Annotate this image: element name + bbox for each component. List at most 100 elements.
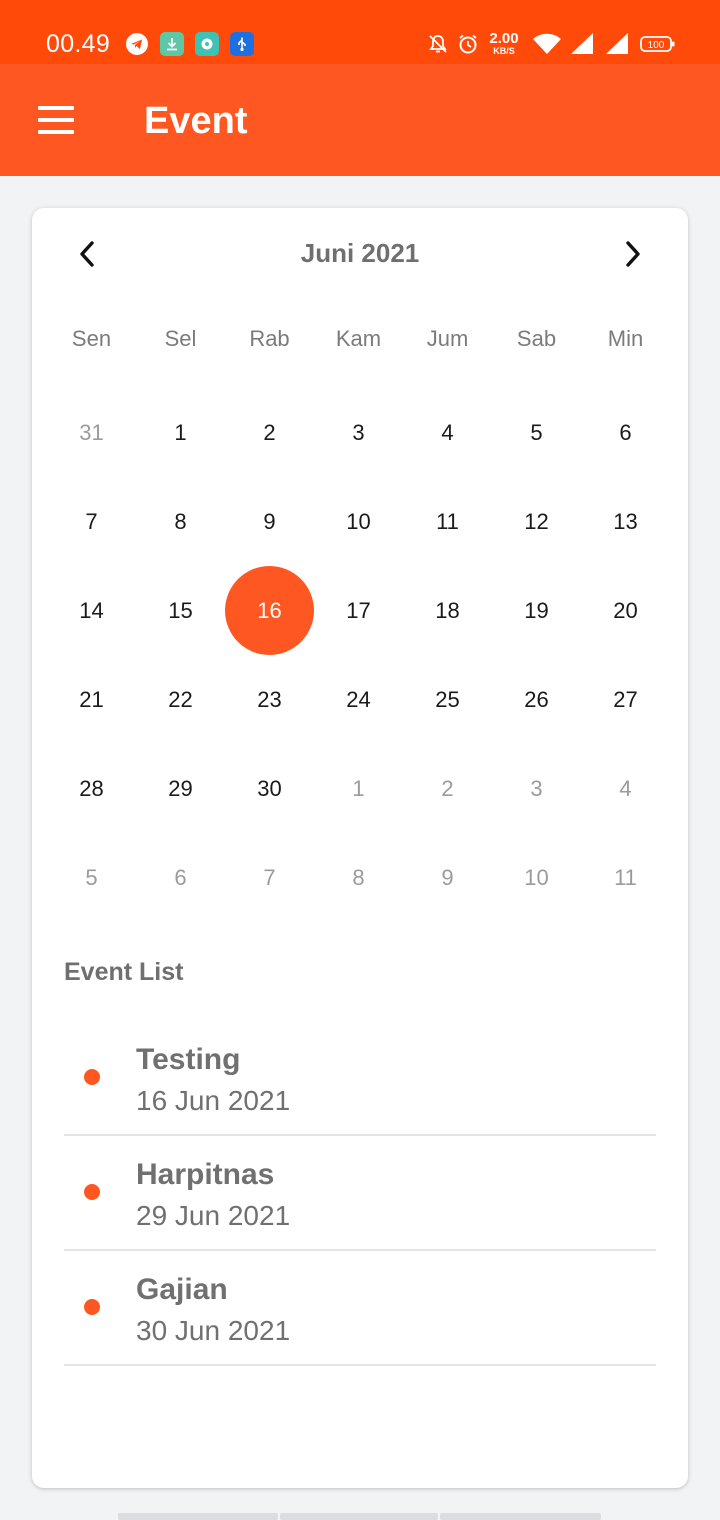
calendar-day-number: 25 (435, 686, 460, 712)
calendar-day-number: 10 (346, 508, 371, 534)
app-bar: Event (0, 64, 720, 176)
calendar-day[interactable]: 2 (403, 744, 492, 833)
calendar-day[interactable]: 5 (47, 833, 136, 922)
calendar-day[interactable]: 11 (403, 477, 492, 566)
event-name: Gajian (136, 1273, 228, 1306)
calendar-day-number: 6 (619, 419, 632, 445)
calendar-day-number: 26 (524, 686, 549, 712)
calendar-day-number: 9 (263, 508, 276, 534)
status-bar: 00.49 2.00 KB/S 100 (0, 0, 720, 64)
event-item[interactable]: Testing 16 Jun 2021 (64, 1021, 656, 1136)
network-speed-unit: KB/S (493, 46, 515, 56)
calendar-day[interactable]: 4 (403, 388, 492, 477)
calendar-day-number: 8 (352, 864, 365, 890)
calendar-day-number: 23 (257, 686, 282, 712)
calendar-day[interactable]: 18 (403, 566, 492, 655)
calendar-day-number: 15 (168, 597, 193, 623)
hamburger-menu-icon[interactable] (30, 100, 82, 140)
scroll-hint (440, 1513, 601, 1520)
calendar-day[interactable]: 15 (136, 566, 225, 655)
calendar-day[interactable]: 4 (581, 744, 670, 833)
calendar-day-number: 22 (168, 686, 193, 712)
calendar-day[interactable]: 24 (314, 655, 403, 744)
calendar-day[interactable]: 8 (314, 833, 403, 922)
calendar-day-number: 21 (79, 686, 104, 712)
calendar-day-number: 16 (225, 566, 314, 655)
calendar-day-number: 5 (530, 419, 543, 445)
calendar-day-number: 3 (352, 419, 365, 445)
chat-icon (195, 32, 219, 56)
calendar-day-number: 11 (436, 508, 459, 534)
calendar-day[interactable]: 20 (581, 566, 670, 655)
calendar-day-number: 30 (257, 775, 282, 801)
calendar-day-number: 2 (263, 419, 276, 445)
calendar-day[interactable]: 31 (47, 388, 136, 477)
event-date: 16 Jun 2021 (136, 1085, 291, 1116)
event-list: Testing 16 Jun 2021 Harpitnas 29 Jun 202… (64, 1021, 656, 1366)
status-time: 00.49 (46, 30, 111, 58)
calendar-day[interactable]: 17 (314, 566, 403, 655)
calendar-day[interactable]: 7 (47, 477, 136, 566)
event-item[interactable]: Harpitnas 29 Jun 2021 (64, 1136, 656, 1251)
event-dot-icon (84, 1299, 100, 1315)
usb-icon (230, 32, 254, 56)
calendar-day[interactable]: 21 (47, 655, 136, 744)
weekday-label: Min (607, 326, 644, 351)
event-name: Testing (136, 1043, 241, 1076)
calendar-day[interactable]: 27 (581, 655, 670, 744)
calendar-day[interactable]: 28 (47, 744, 136, 833)
calendar-day[interactable]: 1 (136, 388, 225, 477)
signal-icon (603, 32, 631, 56)
calendar-day[interactable]: 9 (225, 477, 314, 566)
calendar-day-number: 1 (352, 775, 365, 801)
calendar-day[interactable]: 5 (492, 388, 581, 477)
calendar-day[interactable]: 22 (136, 655, 225, 744)
calendar-day[interactable]: 14 (47, 566, 136, 655)
mute-icon (426, 32, 450, 56)
event-item[interactable]: Gajian 30 Jun 2021 (64, 1251, 656, 1366)
calendar-day[interactable]: 29 (136, 744, 225, 833)
calendar-day[interactable]: 3 (314, 388, 403, 477)
calendar-day-number: 20 (613, 597, 638, 623)
calendar-day-number: 7 (85, 508, 98, 534)
calendar-day[interactable]: 11 (581, 833, 670, 922)
download-icon (160, 32, 184, 56)
weekday-label: Sel (164, 326, 197, 351)
calendar-day-number: 7 (263, 864, 276, 890)
calendar-grid: 31 1 2 3 4 5 6 7 8 9 10 11 12 13 14 15 16 17 18 19 20 21 22 23 2… (47, 388, 671, 922)
calendar-day[interactable]: 19 (492, 566, 581, 655)
calendar-day[interactable]: 8 (136, 477, 225, 566)
telegram-icon (125, 32, 149, 56)
signal-icon (568, 32, 596, 56)
weekday-label: Kam (335, 326, 382, 351)
calendar-day[interactable]: 9 (403, 833, 492, 922)
calendar-day-number: 4 (441, 419, 454, 445)
calendar-day[interactable]: 1 (314, 744, 403, 833)
calendar-day[interactable]: 23 (225, 655, 314, 744)
calendar-day-number: 4 (619, 775, 632, 801)
calendar-day[interactable]: 30 (225, 744, 314, 833)
calendar-day[interactable]: 13 (581, 477, 670, 566)
calendar-day[interactable]: 10 (492, 833, 581, 922)
calendar-day[interactable]: 12 (492, 477, 581, 566)
calendar-day[interactable]: 2 (225, 388, 314, 477)
alarm-icon (456, 32, 480, 56)
calendar-day[interactable]: 7 (225, 833, 314, 922)
calendar-day[interactable]: 3 (492, 744, 581, 833)
calendar-day[interactable]: 6 (581, 388, 670, 477)
calendar-day-number: 14 (79, 597, 104, 623)
calendar-day-number: 3 (530, 775, 543, 801)
month-label: Juni 2021 (300, 238, 420, 268)
calendar-day-selected[interactable]: 16 (225, 566, 314, 655)
calendar-day-number: 2 (441, 775, 454, 801)
calendar-day[interactable]: 25 (403, 655, 492, 744)
calendar-day-number: 24 (346, 686, 371, 712)
event-date: 30 Jun 2021 (136, 1315, 291, 1346)
calendar-day[interactable]: 6 (136, 833, 225, 922)
battery-level: 100 (648, 40, 665, 51)
calendar-day-number: 8 (174, 508, 187, 534)
chevron-right-icon[interactable] (612, 234, 652, 274)
calendar-day[interactable]: 10 (314, 477, 403, 566)
calendar-day-number: 18 (435, 597, 460, 623)
calendar-day[interactable]: 26 (492, 655, 581, 744)
